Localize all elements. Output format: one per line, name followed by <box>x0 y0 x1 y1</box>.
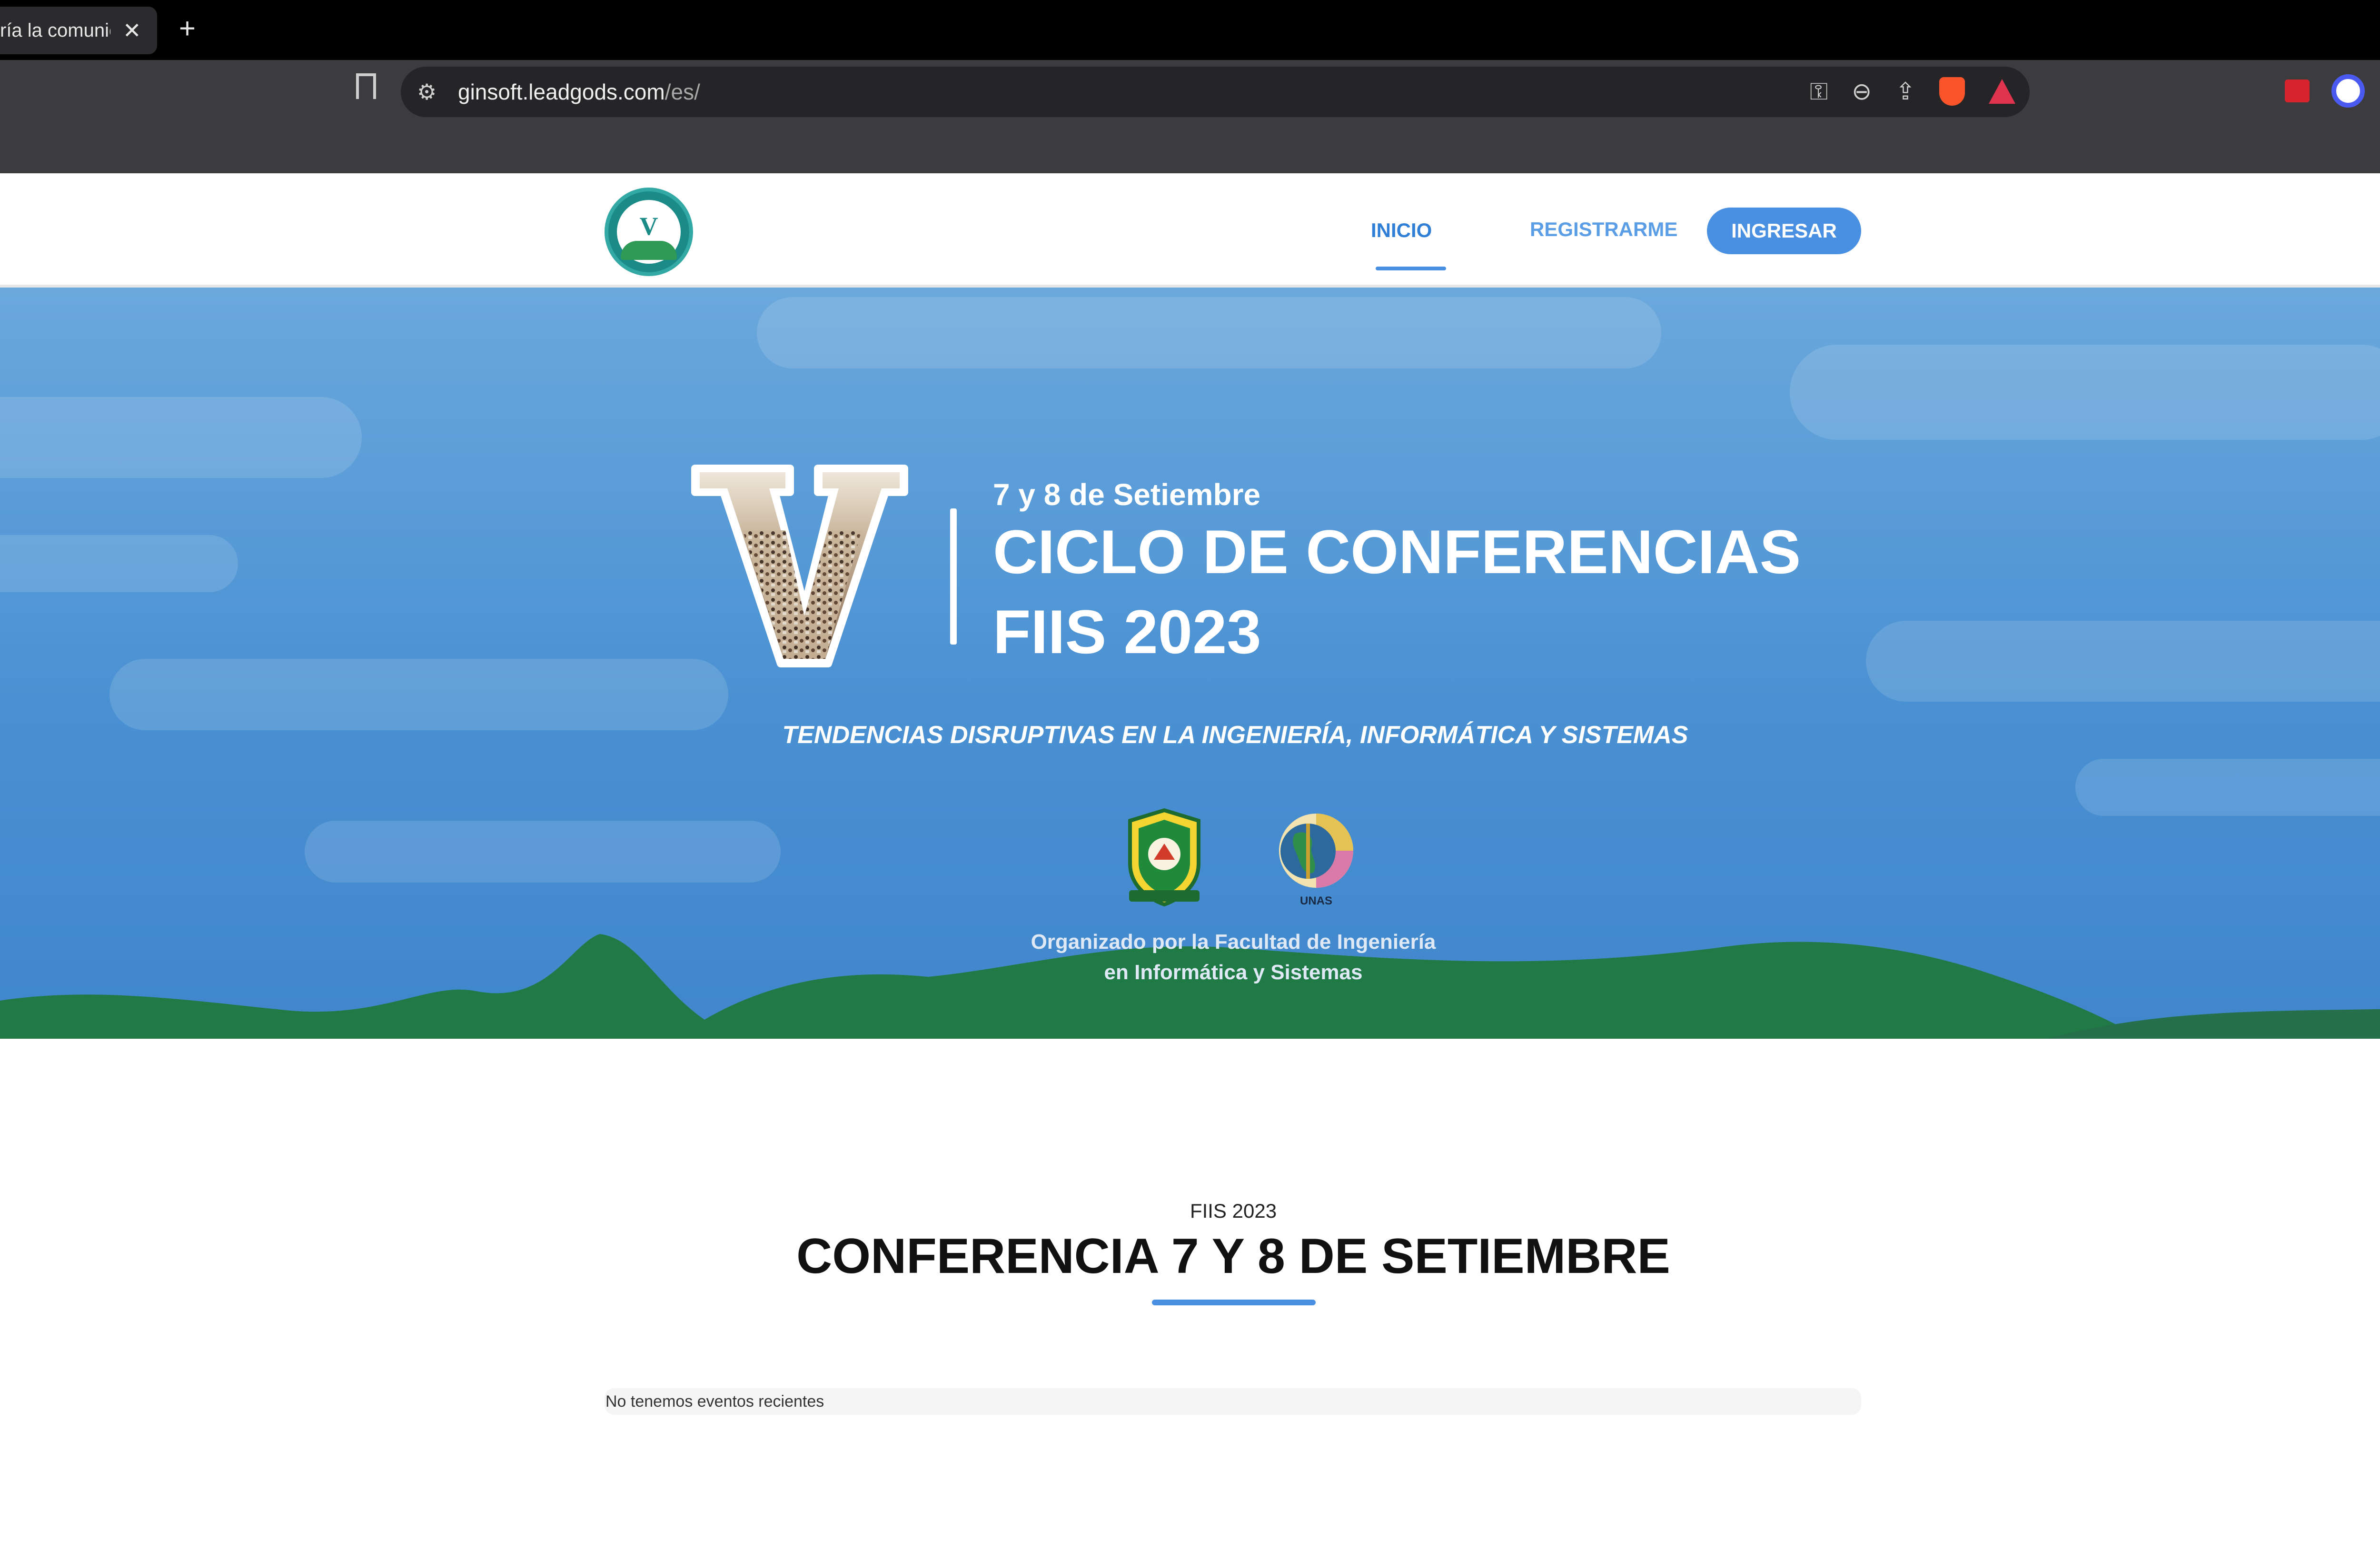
event-date: 7 y 8 de Setiembre <box>993 477 1261 512</box>
cloud <box>757 297 1661 368</box>
extensions-area: ✚ ▮ <box>2285 74 2380 108</box>
tab-strip: ría la comunic ✕ + ⌄ <box>0 0 2380 60</box>
extension-ring-icon[interactable] <box>2331 74 2365 108</box>
cloud <box>0 397 362 478</box>
faculty-shield-logo <box>1128 808 1200 906</box>
site-logo[interactable]: V <box>605 188 693 276</box>
hero-banner: 7 y 8 de Setiembre CICLO DE CONFERENCIAS… <box>0 288 2380 1039</box>
address-bar[interactable]: ⚙ ginsoft.leadgods.com/es/ ⚿ ⊖ ⇪ <box>401 67 2030 117</box>
address-bar-actions: ⚿ ⊖ ⇪ <box>1810 76 2015 107</box>
cloud <box>1866 621 2380 702</box>
cloud <box>1790 345 2380 440</box>
key-icon[interactable]: ⚿ <box>1810 76 1828 107</box>
organizer-line1: Organizado por la Facultad de Ingeniería <box>1031 930 1436 954</box>
tab-title: ría la comunic <box>0 20 110 41</box>
brave-shield-icon[interactable] <box>1939 77 1965 106</box>
organizer-line2: en Informática y Sistemas <box>1104 961 1363 984</box>
unas-label: UNAS <box>1300 894 1332 907</box>
cloud <box>109 659 728 730</box>
tab-close-icon[interactable]: ✕ <box>123 17 141 44</box>
hero-tagline: TENDENCIAS DISRUPTIVAS EN LA INGENIERÍA,… <box>782 721 1688 749</box>
extension-red-icon[interactable] <box>2285 79 2310 102</box>
logo-mountain <box>621 241 677 260</box>
url-text[interactable]: ginsoft.leadgods.com/es/ <box>458 79 700 105</box>
cloud <box>0 535 238 592</box>
unas-globe-logo: UNAS <box>1279 814 1353 907</box>
browser-toolbar: ⚙ ginsoft.leadgods.com/es/ ⚿ ⊖ ⇪ ✚ ▮ de … <box>0 60 2380 213</box>
cloud <box>2075 759 2380 816</box>
cloud <box>305 821 781 883</box>
logo-inner: V <box>617 200 681 264</box>
logo-v-mark: V <box>639 212 658 240</box>
hero-divider <box>950 508 957 645</box>
bookmark-icon[interactable] <box>356 73 376 99</box>
big-v-logo <box>691 465 908 667</box>
section-title-underline <box>1152 1300 1316 1305</box>
brave-rewards-icon[interactable] <box>1989 79 2015 104</box>
nav-active-indicator <box>1376 267 1446 270</box>
share-icon[interactable]: ⇪ <box>1895 76 1915 107</box>
hero-title-line2: FIIS 2023 <box>993 597 1261 666</box>
hero-title-line1: CICLO DE CONFERENCIAS <box>993 517 1801 586</box>
site-info-icon[interactable]: ⚙ <box>417 79 436 105</box>
section-kicker: FIIS 2023 <box>1190 1200 1277 1222</box>
site-header: V INICIO REGISTRARME INGRESAR <box>0 173 2380 288</box>
browser-tab[interactable]: ría la comunic ✕ <box>0 7 157 54</box>
zoom-out-icon[interactable]: ⊖ <box>1852 76 1872 107</box>
section-title: CONFERENCIA 7 Y 8 DE SETIEMBRE <box>796 1229 1670 1284</box>
new-tab-button[interactable]: + <box>179 14 196 43</box>
nav-registrarme[interactable]: REGISTRARME <box>1530 218 1677 241</box>
empty-events-message: No tenemos eventos recientes <box>605 1388 1861 1415</box>
ingresar-button[interactable]: INGRESAR <box>1707 208 1861 254</box>
nav-inicio[interactable]: INICIO <box>1371 219 1432 242</box>
